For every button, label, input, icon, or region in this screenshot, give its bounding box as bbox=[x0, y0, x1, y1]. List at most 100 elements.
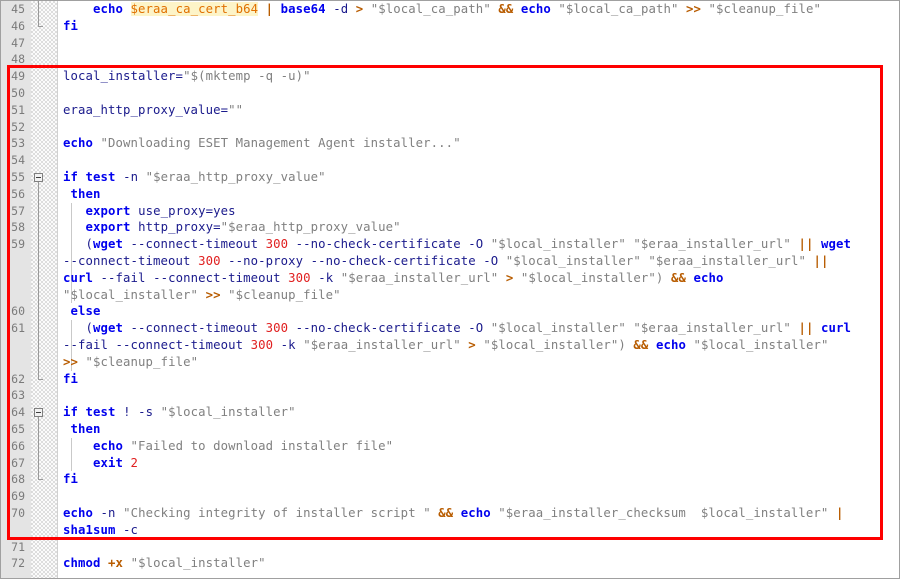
code-line[interactable]: 59 (wget --connect-timeout 300 --no-chec… bbox=[1, 236, 899, 253]
code-text[interactable]: sha1sum -c bbox=[63, 522, 899, 539]
token-cmd: echo bbox=[520, 2, 551, 16]
code-text[interactable]: eraa_http_proxy_value="" bbox=[63, 102, 899, 119]
code-text[interactable]: fi bbox=[63, 18, 899, 35]
code-line[interactable]: 55 if test -n "$eraa_http_proxy_value" bbox=[1, 169, 899, 186]
token-var: --connect-timeout bbox=[115, 338, 244, 352]
code-text[interactable]: if test -n "$eraa_http_proxy_value" bbox=[63, 169, 899, 186]
code-line[interactable]: 67 exit 2 bbox=[1, 454, 899, 472]
token-op: || bbox=[813, 254, 829, 268]
code-text[interactable]: echo $eraa_ca_cert_b64 | base64 -d > "$l… bbox=[63, 1, 899, 18]
code-line[interactable]: >> "$cleanup_file" bbox=[1, 353, 899, 371]
code-text[interactable]: then bbox=[63, 186, 899, 203]
code-line[interactable]: --connect-timeout 300 --no-proxy --no-ch… bbox=[1, 253, 899, 270]
token-str: "" bbox=[228, 102, 244, 117]
token-cmd: wget bbox=[820, 237, 851, 252]
code-editor[interactable]: 45 echo $eraa_ca_cert_b64 | base64 -d > … bbox=[0, 0, 900, 579]
token-var: -k bbox=[318, 270, 334, 285]
code-line[interactable]: 69 bbox=[1, 488, 899, 505]
code-text[interactable]: local_installer="$(mktemp -q -u)" bbox=[63, 68, 899, 85]
code-line[interactable]: 45 echo $eraa_ca_cert_b64 | base64 -d > … bbox=[1, 1, 899, 18]
code-line[interactable]: 57 export use_proxy=yes bbox=[1, 202, 899, 220]
code-line[interactable]: 68 fi bbox=[1, 471, 899, 488]
code-line[interactable]: 70 echo -n "Checking integrity of install… bbox=[1, 505, 899, 522]
code-line[interactable]: sha1sum -c bbox=[1, 522, 899, 539]
code-line[interactable]: 53 echo "Downloading ESET Management Agen… bbox=[1, 135, 899, 152]
code-line[interactable]: 54 bbox=[1, 152, 899, 169]
code-line[interactable]: 62 fi bbox=[1, 370, 899, 388]
token-str: "$cleanup_file" bbox=[708, 2, 822, 16]
code-line[interactable]: 71 bbox=[1, 539, 899, 556]
token-num: 300 bbox=[265, 321, 289, 336]
code-line[interactable]: 60 else bbox=[1, 303, 899, 321]
code-line[interactable]: 49 local_installer="$(mktemp -q -u)" bbox=[1, 68, 899, 85]
code-line[interactable]: "$local_installer" >> "$cleanup_file" bbox=[1, 286, 899, 304]
code-text[interactable]: echo -n "Checking integrity of installer… bbox=[63, 505, 899, 522]
code-text[interactable]: echo "Downloading ESET Management Agent … bbox=[63, 135, 899, 152]
code-line[interactable]: 61 (wget --connect-timeout 300 --no-chec… bbox=[1, 320, 899, 337]
code-text[interactable]: if test ! -s "$local_installer" bbox=[63, 404, 899, 421]
token-var: local_installer= bbox=[63, 69, 184, 84]
code-text[interactable]: curl --fail --connect-timeout 300 -k "$e… bbox=[63, 270, 899, 287]
token-var: --connect-timeout bbox=[130, 321, 259, 336]
code-line[interactable]: 46 fi bbox=[1, 17, 899, 35]
fold-collapse-icon[interactable] bbox=[34, 408, 43, 418]
fold-collapse-icon[interactable] bbox=[34, 173, 43, 182]
line-number: 56 bbox=[11, 186, 25, 201]
token-kw: then bbox=[70, 186, 101, 201]
code-text[interactable]: then bbox=[63, 421, 899, 438]
code-line[interactable]: 56 then bbox=[1, 185, 899, 203]
code-line[interactable]: 48 bbox=[1, 51, 899, 68]
code-line[interactable]: --fail --connect-timeout 300 -k "$eraa_i… bbox=[1, 337, 899, 354]
token-str: "$eraa_installer_checksum $local_install… bbox=[498, 506, 829, 520]
code-line[interactable]: 72 chmod +x "$local_installer" bbox=[1, 555, 899, 572]
code-text[interactable]: export http_proxy="$eraa_http_proxy_valu… bbox=[63, 219, 899, 236]
code-line[interactable]: 52 bbox=[1, 119, 899, 136]
code-line[interactable]: 63 bbox=[1, 387, 899, 404]
code-line[interactable]: curl --fail --connect-timeout 300 -k "$e… bbox=[1, 269, 899, 287]
code-line[interactable]: 64 if test ! -s "$local_installer" bbox=[1, 404, 899, 422]
code-line[interactable]: 47 bbox=[1, 35, 899, 52]
code-text[interactable]: (wget --connect-timeout 300 --no-check-c… bbox=[63, 236, 899, 253]
line-number: 45 bbox=[11, 2, 25, 16]
code-line[interactable]: 51 eraa_http_proxy_value="" bbox=[1, 102, 899, 119]
code-text[interactable]: "$local_installer" >> "$cleanup_file" bbox=[63, 287, 899, 304]
token-cmd: echo bbox=[93, 2, 124, 16]
code-text[interactable]: fi bbox=[63, 471, 899, 488]
code-text[interactable]: else bbox=[63, 303, 899, 320]
fold-guide-line bbox=[38, 1, 39, 18]
code-line[interactable]: 50 bbox=[1, 85, 899, 102]
code-text[interactable]: >> "$cleanup_file" bbox=[63, 354, 899, 371]
code-line[interactable]: 58 export http_proxy="$eraa_http_proxy_v… bbox=[1, 219, 899, 237]
token-cmd: echo bbox=[63, 506, 94, 520]
token-cmd: echo bbox=[63, 136, 94, 151]
code-text[interactable]: --fail --connect-timeout 300 -k "$eraa_i… bbox=[63, 337, 899, 354]
code-text[interactable]: echo "Failed to download installer file" bbox=[63, 438, 899, 455]
code-text[interactable]: export use_proxy=yes bbox=[63, 203, 899, 220]
code-text[interactable]: fi bbox=[63, 371, 899, 388]
line-number: 47 bbox=[11, 35, 25, 50]
code-text[interactable]: (wget --connect-timeout 300 --no-check-c… bbox=[63, 320, 899, 337]
code-line[interactable]: 65 then bbox=[1, 421, 899, 438]
token-op: | bbox=[835, 506, 844, 520]
code-line[interactable]: 66 echo "Failed to download installer fi… bbox=[1, 437, 899, 455]
code-text[interactable]: --connect-timeout 300 --no-proxy --no-ch… bbox=[63, 253, 899, 270]
line-number: 72 bbox=[11, 556, 25, 571]
code-text[interactable]: exit 2 bbox=[63, 455, 899, 472]
code-text[interactable]: chmod +x "$local_installer" bbox=[63, 555, 899, 572]
